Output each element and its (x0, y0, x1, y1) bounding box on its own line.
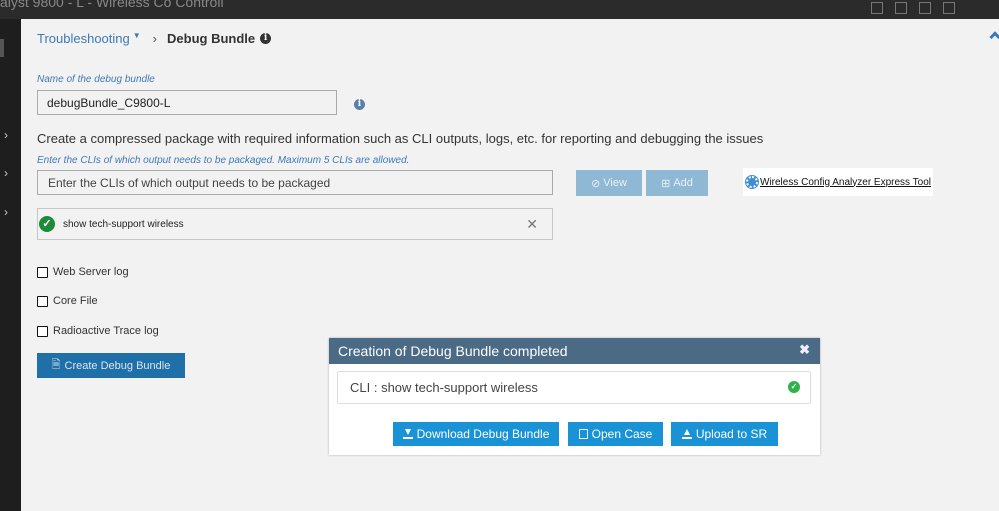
file-icon: 🗎 (51, 359, 61, 371)
create-button-label: Create Debug Bundle (64, 359, 171, 372)
check-circle-icon: ✓ (39, 216, 55, 232)
radioactive-trace-option[interactable]: Radioactive Trace log (37, 325, 159, 337)
page-title: Debug Bundle (167, 31, 256, 46)
bundle-name-label: Name of the debug bundle (37, 74, 155, 85)
open-case-button[interactable]: Open Case (568, 422, 663, 446)
chevron-right-icon: › (152, 31, 158, 46)
close-icon[interactable]: ✕ (526, 216, 538, 233)
upload-icon (681, 429, 692, 439)
web-server-log-label: Web Server log (53, 266, 129, 278)
bundle-name-input[interactable] (37, 90, 337, 115)
completion-modal: Creation of Debug Bundle completed ✖ CLI… (329, 338, 820, 455)
bundle-name-info: i (349, 93, 365, 111)
web-server-log-option[interactable]: Web Server log (37, 266, 129, 278)
radioactive-trace-label: Radioactive Trace log (53, 325, 159, 337)
cli-list-item: ✓ show tech-support wireless ✕ (37, 208, 553, 240)
create-debug-bundle-button[interactable]: 🗎 Create Debug Bundle (37, 353, 185, 378)
radioactive-trace-checkbox[interactable] (37, 325, 48, 337)
core-file-checkbox[interactable] (37, 295, 48, 307)
modal-cli-text: CLI : show tech-support wireless (350, 380, 538, 395)
external-link-icon (578, 429, 588, 439)
view-button-label: View (603, 177, 627, 189)
core-file-label: Core File (53, 295, 98, 307)
info-icon[interactable]: i (354, 99, 365, 110)
plus-square-icon: ⊞ (661, 177, 671, 190)
collapse-icon[interactable] (989, 31, 999, 43)
config-analyzer-link[interactable]: Wireless Config Analyzer Express Tool (760, 177, 931, 188)
check-circle-icon: ✓ (788, 381, 800, 393)
gear-icon (745, 175, 759, 189)
top-bar: alyst 9800 - L - Wireless Co Controll (0, 0, 999, 19)
close-icon[interactable]: ✖ (799, 342, 810, 358)
upload-button-label: Upload to SR (695, 427, 768, 441)
description-text: Create a compressed package with require… (37, 131, 764, 146)
cli-item-text: show tech-support wireless (63, 218, 184, 230)
topbar-icon[interactable] (919, 2, 931, 14)
caret-down-icon[interactable]: ▼ (133, 31, 141, 40)
chevron-right-icon[interactable]: › (4, 205, 8, 219)
info-icon[interactable]: i (260, 33, 272, 44)
open-case-label: Open Case (591, 427, 653, 441)
modal-cli-row: CLI : show tech-support wireless ✓ (337, 371, 811, 404)
download-button-label: Download Debug Bundle (416, 427, 550, 441)
app-title: alyst 9800 - L - Wireless Co Controll (0, 0, 224, 10)
add-button-label: Add (673, 177, 693, 189)
upload-to-sr-button[interactable]: Upload to SR (671, 422, 778, 446)
topbar-icons (871, 2, 955, 14)
left-nav: › › › (0, 19, 21, 511)
topbar-icon[interactable] (943, 2, 955, 14)
topbar-icon[interactable] (895, 2, 907, 14)
web-server-log-checkbox[interactable] (37, 266, 48, 278)
modal-header: Creation of Debug Bundle completed ✖ (329, 338, 820, 364)
breadcrumb: Troubleshooting ▼ › Debug Bundle i (37, 31, 272, 46)
config-analyzer-link-box: Wireless Config Analyzer Express Tool (743, 168, 933, 196)
topbar-icon[interactable] (871, 2, 883, 14)
breadcrumb-troubleshooting[interactable]: Troubleshooting (37, 31, 130, 46)
chevron-right-icon[interactable]: › (4, 128, 8, 142)
cli-hint: Enter the CLIs of which output needs to … (37, 155, 410, 166)
chevron-right-icon[interactable]: › (4, 166, 8, 180)
download-icon (402, 429, 413, 439)
view-button[interactable]: ⊘ View (576, 170, 642, 196)
core-file-option[interactable]: Core File (37, 295, 98, 307)
download-debug-bundle-button[interactable]: Download Debug Bundle (393, 422, 559, 446)
add-button[interactable]: ⊞ Add (646, 170, 708, 196)
modal-title: Creation of Debug Bundle completed (338, 343, 568, 359)
eye-icon: ⊘ (591, 177, 601, 190)
cli-input[interactable] (37, 170, 553, 195)
nav-active-marker (0, 39, 4, 57)
